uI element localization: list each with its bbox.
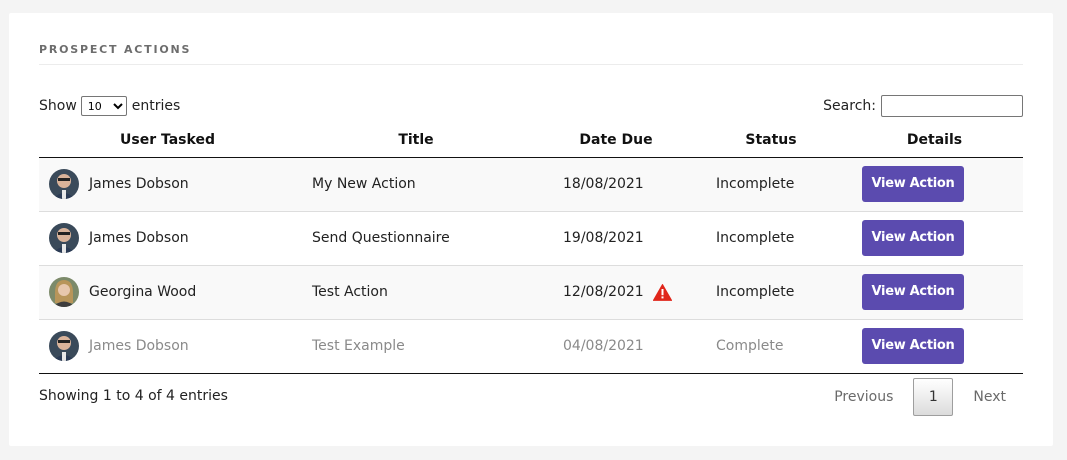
header-date-due[interactable]: Date Due	[536, 123, 696, 158]
table-row: Georgina Wood Test Action 12/08/2021 Inc…	[39, 264, 1023, 319]
pagination: Previous 1 Next	[818, 378, 1022, 416]
female-portrait-avatar	[49, 277, 79, 307]
date-due-cell: 04/08/2021	[536, 318, 696, 374]
view-action-button[interactable]: View Action	[862, 274, 964, 310]
date-due: 04/08/2021	[563, 338, 644, 354]
details-cell: View Action	[846, 264, 1023, 319]
header-details[interactable]: Details	[846, 123, 1023, 158]
actions-table: User Tasked Title Date Due Status Detail…	[39, 123, 1023, 374]
date-due: 12/08/2021	[563, 284, 644, 300]
header-title[interactable]: Title	[296, 123, 536, 158]
show-label: Show	[39, 98, 77, 114]
status-cell: Complete	[696, 318, 846, 374]
title-divider	[39, 64, 1023, 65]
user-name: James Dobson	[89, 338, 189, 354]
prospect-actions-panel: PROSPECT ACTIONS Show 10 entries Search:…	[9, 13, 1053, 446]
details-cell: View Action	[846, 318, 1023, 374]
user-cell: James Dobson	[39, 318, 296, 374]
user-name: James Dobson	[89, 230, 189, 246]
page-length-control: Show 10 entries	[39, 96, 180, 116]
page-length-select[interactable]: 10	[80, 96, 127, 116]
table-header-row: User Tasked Title Date Due Status Detail…	[39, 123, 1023, 158]
view-action-button[interactable]: View Action	[862, 220, 964, 256]
user-cell: James Dobson	[39, 210, 296, 265]
header-user-tasked[interactable]: User Tasked	[39, 123, 296, 158]
date-due: 19/08/2021	[563, 230, 644, 246]
male-portrait-avatar	[49, 169, 79, 199]
date-due-cell: 12/08/2021	[536, 264, 696, 319]
status-cell: Incomplete	[696, 157, 846, 211]
previous-page-button[interactable]: Previous	[818, 379, 909, 415]
male-portrait-avatar	[49, 331, 79, 361]
user-cell: James Dobson	[39, 157, 296, 211]
user-name: Georgina Wood	[89, 284, 197, 300]
table-row: James Dobson Send Questionnaire 19/08/20…	[39, 210, 1023, 265]
status-cell: Incomplete	[696, 264, 846, 319]
search-label: Search:	[823, 98, 876, 114]
table-row: James Dobson Test Example 04/08/2021 Com…	[39, 318, 1023, 374]
details-cell: View Action	[846, 157, 1023, 211]
view-action-button[interactable]: View Action	[862, 166, 964, 202]
next-page-button[interactable]: Next	[957, 379, 1022, 415]
details-cell: View Action	[846, 210, 1023, 265]
overdue-warning-icon	[652, 283, 672, 301]
date-due-cell: 19/08/2021	[536, 210, 696, 265]
entries-label: entries	[131, 98, 181, 114]
table-info: Showing 1 to 4 of 4 entries	[39, 388, 228, 404]
table-row: James Dobson My New Action 18/08/2021 In…	[39, 157, 1023, 211]
search-input[interactable]	[881, 95, 1023, 117]
date-due-cell: 18/08/2021	[536, 157, 696, 211]
user-cell: Georgina Wood	[39, 264, 296, 319]
user-name: James Dobson	[89, 176, 189, 192]
action-title: My New Action	[296, 157, 536, 211]
search-control: Search:	[823, 95, 1023, 117]
page-1-button[interactable]: 1	[913, 378, 954, 416]
action-title: Test Action	[296, 264, 536, 319]
view-action-button[interactable]: View Action	[862, 328, 964, 364]
panel-title: PROSPECT ACTIONS	[39, 43, 192, 56]
header-status[interactable]: Status	[696, 123, 846, 158]
action-title: Test Example	[296, 318, 536, 374]
action-title: Send Questionnaire	[296, 210, 536, 265]
status-cell: Incomplete	[696, 210, 846, 265]
date-due: 18/08/2021	[563, 176, 644, 192]
male-portrait-avatar	[49, 223, 79, 253]
